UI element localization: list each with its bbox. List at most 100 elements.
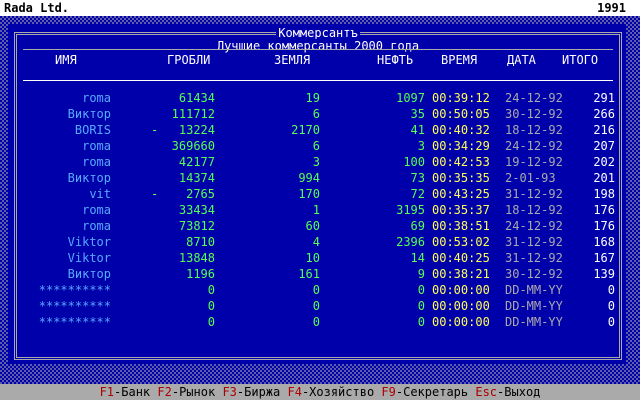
separator-line bbox=[23, 49, 613, 50]
player-name: Viktor bbox=[67, 235, 111, 249]
table-row: roma 42177 3 100 00:42:53 19-12-92 202 bbox=[17, 154, 619, 170]
total-value: 168 bbox=[593, 235, 615, 249]
table-row: ********** 0 0 0 00:00:00 DD-MM-YY 0 bbox=[17, 282, 619, 298]
function-key-item[interactable]: F4-Хозяйство bbox=[287, 385, 374, 399]
function-key-label: -Выход bbox=[497, 385, 541, 399]
neft-value: 0 bbox=[417, 299, 425, 313]
table-row: roma 369660 6 3 00:34:29 24-12-92 207 bbox=[17, 138, 619, 154]
time-value: 00:35:37 bbox=[432, 203, 490, 217]
time-value: 00:00:00 bbox=[432, 315, 490, 329]
function-key-label: -Банк bbox=[114, 385, 151, 399]
date-value: 30-12-92 bbox=[505, 267, 563, 281]
neft-value: 100 bbox=[403, 155, 425, 169]
neft-value: 41 bbox=[410, 123, 425, 137]
zemlya-value: 994 bbox=[298, 171, 320, 185]
zemlya-value: 6 bbox=[312, 107, 320, 121]
zemlya-value: 60 bbox=[305, 219, 320, 233]
neft-value: 3 bbox=[417, 139, 425, 153]
total-value: 198 bbox=[593, 187, 615, 201]
time-value: 00:40:25 bbox=[432, 251, 490, 265]
table-row: Viktor 13848 10 14 00:40:25 31-12-92 167 bbox=[17, 250, 619, 266]
function-key-item[interactable]: F2-Рынок bbox=[157, 385, 215, 399]
grobli-value: 13224 bbox=[178, 123, 215, 137]
total-value: 167 bbox=[593, 251, 615, 265]
neft-value: 3195 bbox=[396, 203, 425, 217]
time-value: 00:40:32 bbox=[432, 123, 490, 137]
function-key: F3 bbox=[222, 385, 237, 399]
grobli-value: 73812 bbox=[178, 219, 215, 233]
function-key-item[interactable]: Esc-Выход bbox=[475, 385, 540, 399]
neft-value: 0 bbox=[417, 315, 425, 329]
header-neft: НЕФТЬ bbox=[377, 53, 414, 67]
table-row: BORIS -13224 2170 41 00:40:32 18-12-92 216 bbox=[17, 122, 619, 138]
total-value: 291 bbox=[593, 91, 615, 105]
year-label: 1991 bbox=[597, 1, 626, 15]
player-name: roma bbox=[82, 219, 111, 233]
zemlya-value: 0 bbox=[312, 299, 320, 313]
time-value: 00:35:35 bbox=[432, 171, 490, 185]
grobli-value: 369660 bbox=[171, 139, 215, 153]
table-row: roma 61434 19 1097 00:39:12 24-12-92 291 bbox=[17, 90, 619, 106]
date-value: 30-12-92 bbox=[505, 107, 563, 121]
player-name: Виктор bbox=[67, 171, 111, 185]
table-row: Viktor 8710 4 2396 00:53:02 31-12-92 168 bbox=[17, 234, 619, 250]
grobli-value: 0 bbox=[207, 315, 215, 329]
function-key: Esc bbox=[475, 385, 498, 399]
player-name: Виктор bbox=[67, 107, 111, 121]
player-name: Виктор bbox=[67, 267, 111, 281]
function-key-label: -Рынок bbox=[171, 385, 216, 399]
table-title: Лучшие коммерсанты 2000 года bbox=[17, 39, 619, 53]
total-value: 202 bbox=[593, 155, 615, 169]
date-value: 18-12-92 bbox=[505, 203, 563, 217]
function-key-item[interactable]: F9-Секретарь bbox=[381, 385, 468, 399]
date-value: 31-12-92 bbox=[505, 251, 563, 265]
date-value: 24-12-92 bbox=[505, 219, 563, 233]
header-grobli: ГРОБЛИ bbox=[167, 53, 211, 67]
grobli-value: 33434 bbox=[178, 203, 215, 217]
date-value: 24-12-92 bbox=[505, 91, 563, 105]
zemlya-value: 6 bbox=[312, 139, 320, 153]
total-value: 266 bbox=[593, 107, 615, 121]
table-row: ********** 0 0 0 00:00:00 DD-MM-YY 0 bbox=[17, 314, 619, 330]
grobli-value: 8710 bbox=[186, 235, 215, 249]
total-value: 0 bbox=[607, 315, 615, 329]
date-value: 18-12-92 bbox=[505, 123, 563, 137]
header-underline bbox=[23, 80, 613, 81]
time-value: 00:00:00 bbox=[432, 299, 490, 313]
zemlya-value: 19 bbox=[305, 91, 320, 105]
window-title: Коммерсантъ bbox=[276, 26, 360, 40]
zemlya-value: 161 bbox=[298, 267, 320, 281]
date-value: 31-12-92 bbox=[505, 235, 563, 249]
date-value: DD-MM-YY bbox=[505, 315, 563, 329]
neft-value: 9 bbox=[417, 267, 425, 281]
function-key: F4 bbox=[287, 385, 302, 399]
neft-value: 35 bbox=[410, 107, 425, 121]
table-row: roma 73812 60 69 00:38:51 24-12-92 176 bbox=[17, 218, 619, 234]
time-value: 00:50:05 bbox=[432, 107, 490, 121]
table-row: Виктор 14374 994 73 00:35:35 2-01-93 201 bbox=[17, 170, 619, 186]
high-scores-window: Коммерсантъ Лучшие коммерсанты 2000 года… bbox=[8, 24, 626, 364]
grobli-value: 61434 bbox=[178, 91, 215, 105]
total-value: 0 bbox=[607, 299, 615, 313]
zemlya-value: 1 bbox=[312, 203, 320, 217]
player-name: ********** bbox=[38, 283, 111, 297]
date-value: 24-12-92 bbox=[505, 139, 563, 153]
table-row: roma 33434 1 3195 00:35:37 18-12-92 176 bbox=[17, 202, 619, 218]
zemlya-value: 10 bbox=[305, 251, 320, 265]
time-value: 00:42:53 bbox=[432, 155, 490, 169]
time-value: 00:53:02 bbox=[432, 235, 490, 249]
function-key-item[interactable]: F3-Биржа bbox=[222, 385, 280, 399]
date-value: DD-MM-YY bbox=[505, 283, 563, 297]
date-value: 19-12-92 bbox=[505, 155, 563, 169]
time-value: 00:43:25 bbox=[432, 187, 490, 201]
date-value: DD-MM-YY bbox=[505, 299, 563, 313]
grobli-value: 42177 bbox=[178, 155, 215, 169]
function-key-item[interactable]: F1-Банк bbox=[100, 385, 151, 399]
header-total: ИТОГО bbox=[562, 53, 599, 67]
time-value: 00:34:29 bbox=[432, 139, 490, 153]
total-value: 216 bbox=[593, 123, 615, 137]
player-name: roma bbox=[82, 203, 111, 217]
function-key-label: -Секретарь bbox=[395, 385, 469, 399]
neft-value: 0 bbox=[417, 283, 425, 297]
neft-value: 73 bbox=[410, 171, 425, 185]
